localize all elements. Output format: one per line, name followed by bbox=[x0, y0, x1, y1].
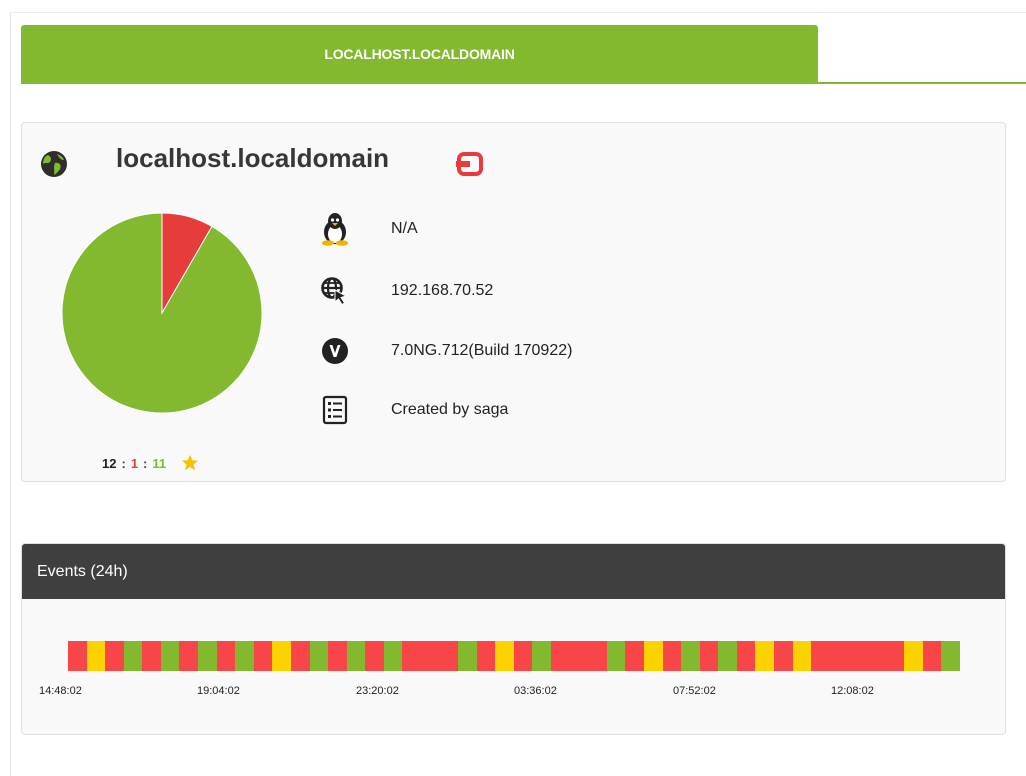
tab-label: LOCALHOST.LOCALDOMAIN bbox=[324, 46, 515, 62]
event-segment-red[interactable] bbox=[476, 641, 496, 671]
event-segment-red[interactable] bbox=[290, 641, 310, 671]
event-segment-red[interactable] bbox=[811, 641, 830, 671]
event-segment-red[interactable] bbox=[922, 641, 942, 671]
event-segment-yellow[interactable] bbox=[904, 641, 923, 671]
event-segment-red[interactable] bbox=[439, 641, 459, 671]
agent-name[interactable]: localhost.localdomain bbox=[116, 143, 389, 174]
event-segment-red[interactable] bbox=[365, 641, 384, 671]
event-segment-yellow[interactable] bbox=[643, 641, 663, 671]
event-segment-red[interactable] bbox=[885, 641, 905, 671]
divider bbox=[10, 12, 1026, 13]
event-segment-red[interactable] bbox=[105, 641, 124, 671]
event-segment-red[interactable] bbox=[142, 641, 161, 671]
event-segment-yellow[interactable] bbox=[86, 641, 106, 671]
modules-status-pie bbox=[61, 212, 263, 414]
description-icon bbox=[317, 392, 353, 428]
event-segment-red[interactable] bbox=[569, 641, 589, 671]
event-segment-red[interactable] bbox=[699, 641, 719, 671]
event-segment-red[interactable] bbox=[773, 641, 793, 671]
event-segment-green[interactable] bbox=[681, 641, 700, 671]
divider bbox=[10, 12, 11, 776]
event-segment-yellow[interactable] bbox=[755, 641, 774, 671]
event-segment-red[interactable] bbox=[551, 641, 570, 671]
module-counts: 12 : 1 : 11 bbox=[102, 454, 199, 472]
event-segment-red[interactable] bbox=[625, 641, 644, 671]
globe-icon bbox=[41, 151, 67, 177]
event-segment-red[interactable] bbox=[588, 641, 607, 671]
event-segment-red[interactable] bbox=[513, 641, 533, 671]
star-icon bbox=[182, 454, 199, 471]
os-row: N/A bbox=[317, 211, 418, 247]
event-segment-red[interactable] bbox=[328, 641, 347, 671]
event-segment-green[interactable] bbox=[718, 641, 737, 671]
description-value: Created by saga bbox=[391, 401, 509, 418]
events-timeline[interactable] bbox=[68, 641, 960, 671]
event-segment-green[interactable] bbox=[309, 641, 329, 671]
tab-underline bbox=[21, 82, 1026, 84]
event-segment-red[interactable] bbox=[402, 641, 421, 671]
description-row: Created by saga bbox=[317, 392, 508, 428]
event-segment-red[interactable] bbox=[420, 641, 440, 671]
total-modules-count: 12 bbox=[102, 455, 117, 471]
event-segment-green[interactable] bbox=[235, 641, 254, 671]
events-title: Events (24h) bbox=[37, 562, 128, 580]
event-segment-green[interactable] bbox=[606, 641, 626, 671]
count-separator: : bbox=[121, 455, 126, 471]
event-segment-green[interactable] bbox=[383, 641, 403, 671]
event-segment-red[interactable] bbox=[216, 641, 236, 671]
timeline-tick-label: 07:52:02 bbox=[673, 685, 716, 697]
version-row: 7.0NG.712(Build 170922) bbox=[317, 333, 572, 369]
event-segment-red[interactable] bbox=[662, 641, 682, 671]
pie-slice-normal bbox=[61, 212, 263, 414]
event-segment-green[interactable] bbox=[532, 641, 552, 671]
agent-view-page: LOCALHOST.LOCALDOMAIN localhost.localdom… bbox=[0, 0, 1026, 776]
event-segment-yellow[interactable] bbox=[272, 641, 291, 671]
event-segment-green[interactable] bbox=[123, 641, 143, 671]
event-segment-red[interactable] bbox=[848, 641, 867, 671]
ip-address-value: 192.168.70.52 bbox=[391, 282, 494, 299]
event-segment-red[interactable] bbox=[179, 641, 199, 671]
version-value: 7.0NG.712(Build 170922) bbox=[391, 342, 573, 359]
event-segment-red[interactable] bbox=[736, 641, 756, 671]
os-value: N/A bbox=[391, 220, 418, 237]
timeline-tick-label: 14:48:02 bbox=[39, 685, 82, 697]
event-segment-red[interactable] bbox=[866, 641, 886, 671]
linux-penguin-icon bbox=[317, 211, 353, 247]
event-segment-green[interactable] bbox=[458, 641, 477, 671]
timeline-tick-label: 12:08:02 bbox=[831, 685, 874, 697]
remote-config-icon[interactable] bbox=[454, 149, 488, 179]
event-segment-green[interactable] bbox=[198, 641, 217, 671]
timeline-tick-label: 23:20:02 bbox=[356, 685, 399, 697]
timeline-tick-label: 03:36:02 bbox=[514, 685, 557, 697]
normal-modules-count: 11 bbox=[152, 455, 167, 471]
event-segment-red[interactable] bbox=[829, 641, 849, 671]
event-segment-red[interactable] bbox=[68, 641, 87, 671]
ip-row: 192.168.70.52 bbox=[317, 273, 493, 309]
critical-modules-count: 1 bbox=[130, 455, 139, 471]
timeline-tick-label: 19:04:02 bbox=[197, 685, 240, 697]
event-segment-yellow[interactable] bbox=[792, 641, 812, 671]
count-separator: : bbox=[143, 455, 148, 471]
event-segment-green[interactable] bbox=[346, 641, 366, 671]
events-header: Events (24h) bbox=[22, 544, 1005, 599]
event-segment-red[interactable] bbox=[253, 641, 273, 671]
event-segment-green[interactable] bbox=[160, 641, 180, 671]
agent-summary-card: localhost.localdomain 12 : 1 : 11 N/A 19… bbox=[21, 122, 1006, 482]
event-segment-yellow[interactable] bbox=[495, 641, 514, 671]
tab-agent[interactable]: LOCALHOST.LOCALDOMAIN bbox=[21, 25, 818, 83]
events-panel: Events (24h) 14:48:02 19:04:02 23:20:02 … bbox=[21, 543, 1006, 735]
ip-address-icon bbox=[317, 273, 353, 309]
event-segment-green[interactable] bbox=[941, 641, 960, 671]
version-icon bbox=[317, 333, 353, 369]
